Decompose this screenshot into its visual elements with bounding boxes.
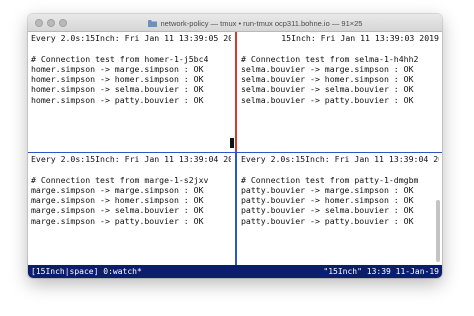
folder-icon [147, 19, 157, 27]
output-line: selma.bouvier -> patty.bouvier : OK [241, 94, 414, 105]
terminal-area[interactable]: Every 2.0s: 15Inch: Fri Jan 11 13:39:05 … [28, 32, 442, 278]
output-line: selma.bouvier -> homer.simpson : OK [241, 74, 414, 85]
terminal-window: network-policy — tmux • run-tmux ocp311.… [28, 14, 442, 278]
pane-header: Every 2.0s: 15Inch: Fri Jan 11 13:39:04 … [241, 154, 439, 164]
output-line: # Connection test from patty-1-dmgbm [241, 174, 419, 185]
output-line: homer.simpson -> homer.simpson : OK [31, 74, 204, 85]
watch-interval: Every 2.0s: [31, 154, 86, 164]
minimize-window-button[interactable] [47, 19, 55, 27]
output-line: # Connection test from homer-1-j5bc4 [31, 53, 209, 64]
terminal-cursor [230, 138, 234, 148]
active-pane-border-vertical[interactable] [235, 32, 237, 152]
window-title-wrap: network-policy — tmux • run-tmux ocp311.… [76, 14, 434, 32]
output-line: patty.bouvier -> marge.simpson : OK [241, 184, 414, 195]
output-line: marge.simpson -> selma.bouvier : OK [31, 205, 204, 216]
pane-border-vertical[interactable] [235, 152, 237, 265]
output-line: marge.simpson -> patty.bouvier : OK [31, 215, 204, 226]
output-line: homer.simpson -> patty.bouvier : OK [31, 94, 204, 105]
pane-border-horizontal-left[interactable] [28, 152, 235, 153]
pane-header: 15Inch: Fri Jan 11 13:39:03 2019 [241, 33, 439, 43]
output-line: # Connection test from selma-1-h4hh2 [241, 53, 419, 64]
output-line: homer.simpson -> marge.simpson : OK [31, 63, 204, 74]
output-line: marge.simpson -> homer.simpson : OK [31, 195, 204, 206]
output-line: marge.simpson -> marge.simpson : OK [31, 184, 204, 195]
tmux-pane-bottom-left[interactable]: Every 2.0s: 15Inch: Fri Jan 11 13:39:04 … [28, 153, 234, 265]
pane-header: Every 2.0s: 15Inch: Fri Jan 11 13:39:04 … [31, 154, 231, 164]
watch-timestamp: 15Inch: Fri Jan 11 13:39:05 2019 [85, 33, 231, 43]
watch-timestamp: 15Inch: Fri Jan 11 13:39:04 2019 [295, 154, 439, 164]
watch-timestamp: 15Inch: Fri Jan 11 13:39:04 2019 [85, 154, 231, 164]
pane-border-horizontal-right[interactable] [237, 152, 442, 153]
title-bar[interactable]: network-policy — tmux • run-tmux ocp311.… [28, 14, 442, 32]
tmux-pane-top-left[interactable]: Every 2.0s: 15Inch: Fri Jan 11 13:39:05 … [28, 32, 234, 150]
close-window-button[interactable] [35, 19, 43, 27]
window-title: network-policy — tmux • run-tmux ocp311.… [160, 18, 363, 28]
output-line: # Connection test from marge-1-s2jxv [31, 174, 209, 185]
tmux-pane-bottom-right[interactable]: Every 2.0s: 15Inch: Fri Jan 11 13:39:04 … [238, 153, 442, 265]
output-line: patty.bouvier -> selma.bouvier : OK [241, 205, 414, 216]
tmux-status-bar: [15Inch|space] 0:watch* "15Inch" 13:39 1… [28, 265, 442, 278]
status-right-info: "15Inch" 13:39 11-Jan-19 [323, 267, 439, 276]
pane-header: Every 2.0s: 15Inch: Fri Jan 11 13:39:05 … [31, 33, 231, 43]
session-window-list[interactable]: [15Inch|space] 0:watch* [31, 265, 142, 278]
tmux-pane-top-right[interactable]: 15Inch: Fri Jan 11 13:39:03 2019 # Conne… [238, 32, 442, 150]
zoom-window-button[interactable] [59, 19, 67, 27]
output-line: homer.simpson -> selma.bouvier : OK [31, 84, 204, 95]
watch-interval: Every 2.0s: [241, 154, 296, 164]
watch-interval: Every 2.0s: [31, 33, 86, 43]
output-line: patty.bouvier -> patty.bouvier : OK [241, 215, 414, 226]
watch-timestamp: 15Inch: Fri Jan 11 13:39:03 2019 [281, 33, 439, 43]
output-line: selma.bouvier -> selma.bouvier : OK [241, 84, 414, 95]
output-line: selma.bouvier -> marge.simpson : OK [241, 63, 414, 74]
output-line: patty.bouvier -> homer.simpson : OK [241, 195, 414, 206]
scrollbar-thumb[interactable] [436, 200, 440, 262]
